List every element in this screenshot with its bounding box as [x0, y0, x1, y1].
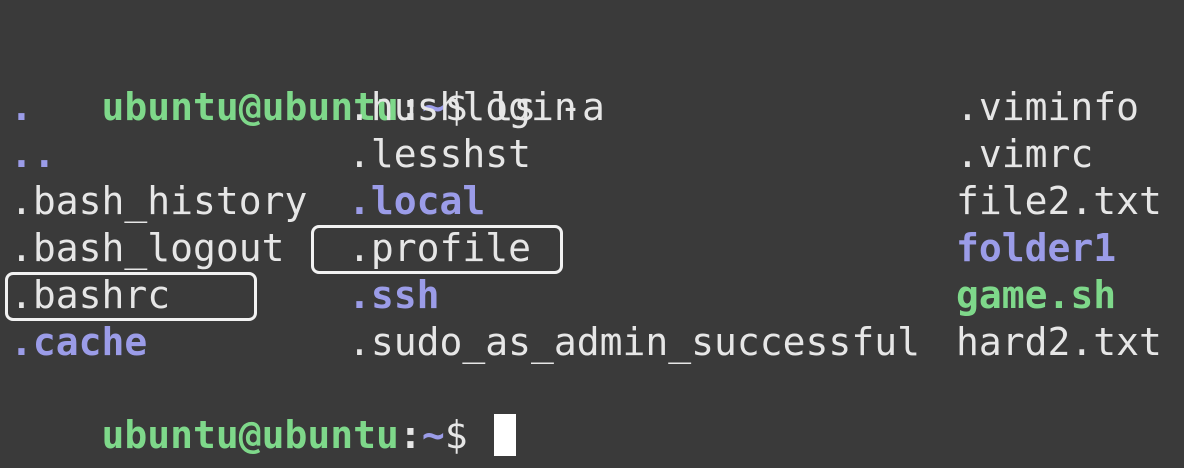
active-prompt-line[interactable]: ubuntu@ubuntu:~$: [10, 366, 517, 457]
prompt-user: ubuntu@ubuntu: [101, 413, 399, 457]
listing-entry: .bash_logout: [10, 226, 285, 270]
output-row: .bash_history .local file2.txt: [10, 178, 1162, 224]
listing-entry: .local: [348, 179, 486, 223]
listing-entry: .lesshst: [348, 132, 532, 176]
profile-highlight-box: [311, 225, 563, 274]
terminal-window[interactable]: ubuntu@ubuntu:~$ ls -a . .hushlogin .vim…: [0, 0, 1184, 468]
bashrc-highlight-box: [5, 272, 257, 321]
listing-entry: .: [10, 85, 33, 129]
listing-entry: .bash_history: [10, 179, 308, 223]
text-cursor[interactable]: [494, 414, 517, 456]
output-row: . .hushlogin .viminfo: [10, 84, 1139, 130]
listing-entry: folder1: [956, 226, 1117, 270]
listing-entry: .viminfo: [956, 85, 1140, 129]
output-row: .. .lesshst .vimrc: [10, 131, 1093, 177]
listing-entry: file2.txt: [956, 179, 1162, 223]
listing-entry: hard2.txt: [956, 320, 1162, 364]
listing-entry: .ssh: [348, 273, 440, 317]
prompt-path: ~: [421, 413, 445, 457]
command-line: ubuntu@ubuntu:~$ ls -a: [10, 38, 605, 129]
prompt-dollar: $: [444, 413, 491, 457]
output-row: .cache .sudo_as_admin_successful hard2.t…: [10, 319, 1162, 365]
listing-entry: .vimrc: [956, 132, 1094, 176]
listing-entry: ..: [10, 132, 56, 176]
listing-entry: .cache: [10, 320, 148, 364]
listing-entry: game.sh: [956, 273, 1117, 317]
output-row: .bash_logout .profile folder1: [10, 225, 1116, 271]
listing-entry: .sudo_as_admin_successful: [348, 320, 920, 364]
prompt-separator: :: [398, 413, 422, 457]
listing-entry: .hushlogin: [348, 85, 577, 129]
